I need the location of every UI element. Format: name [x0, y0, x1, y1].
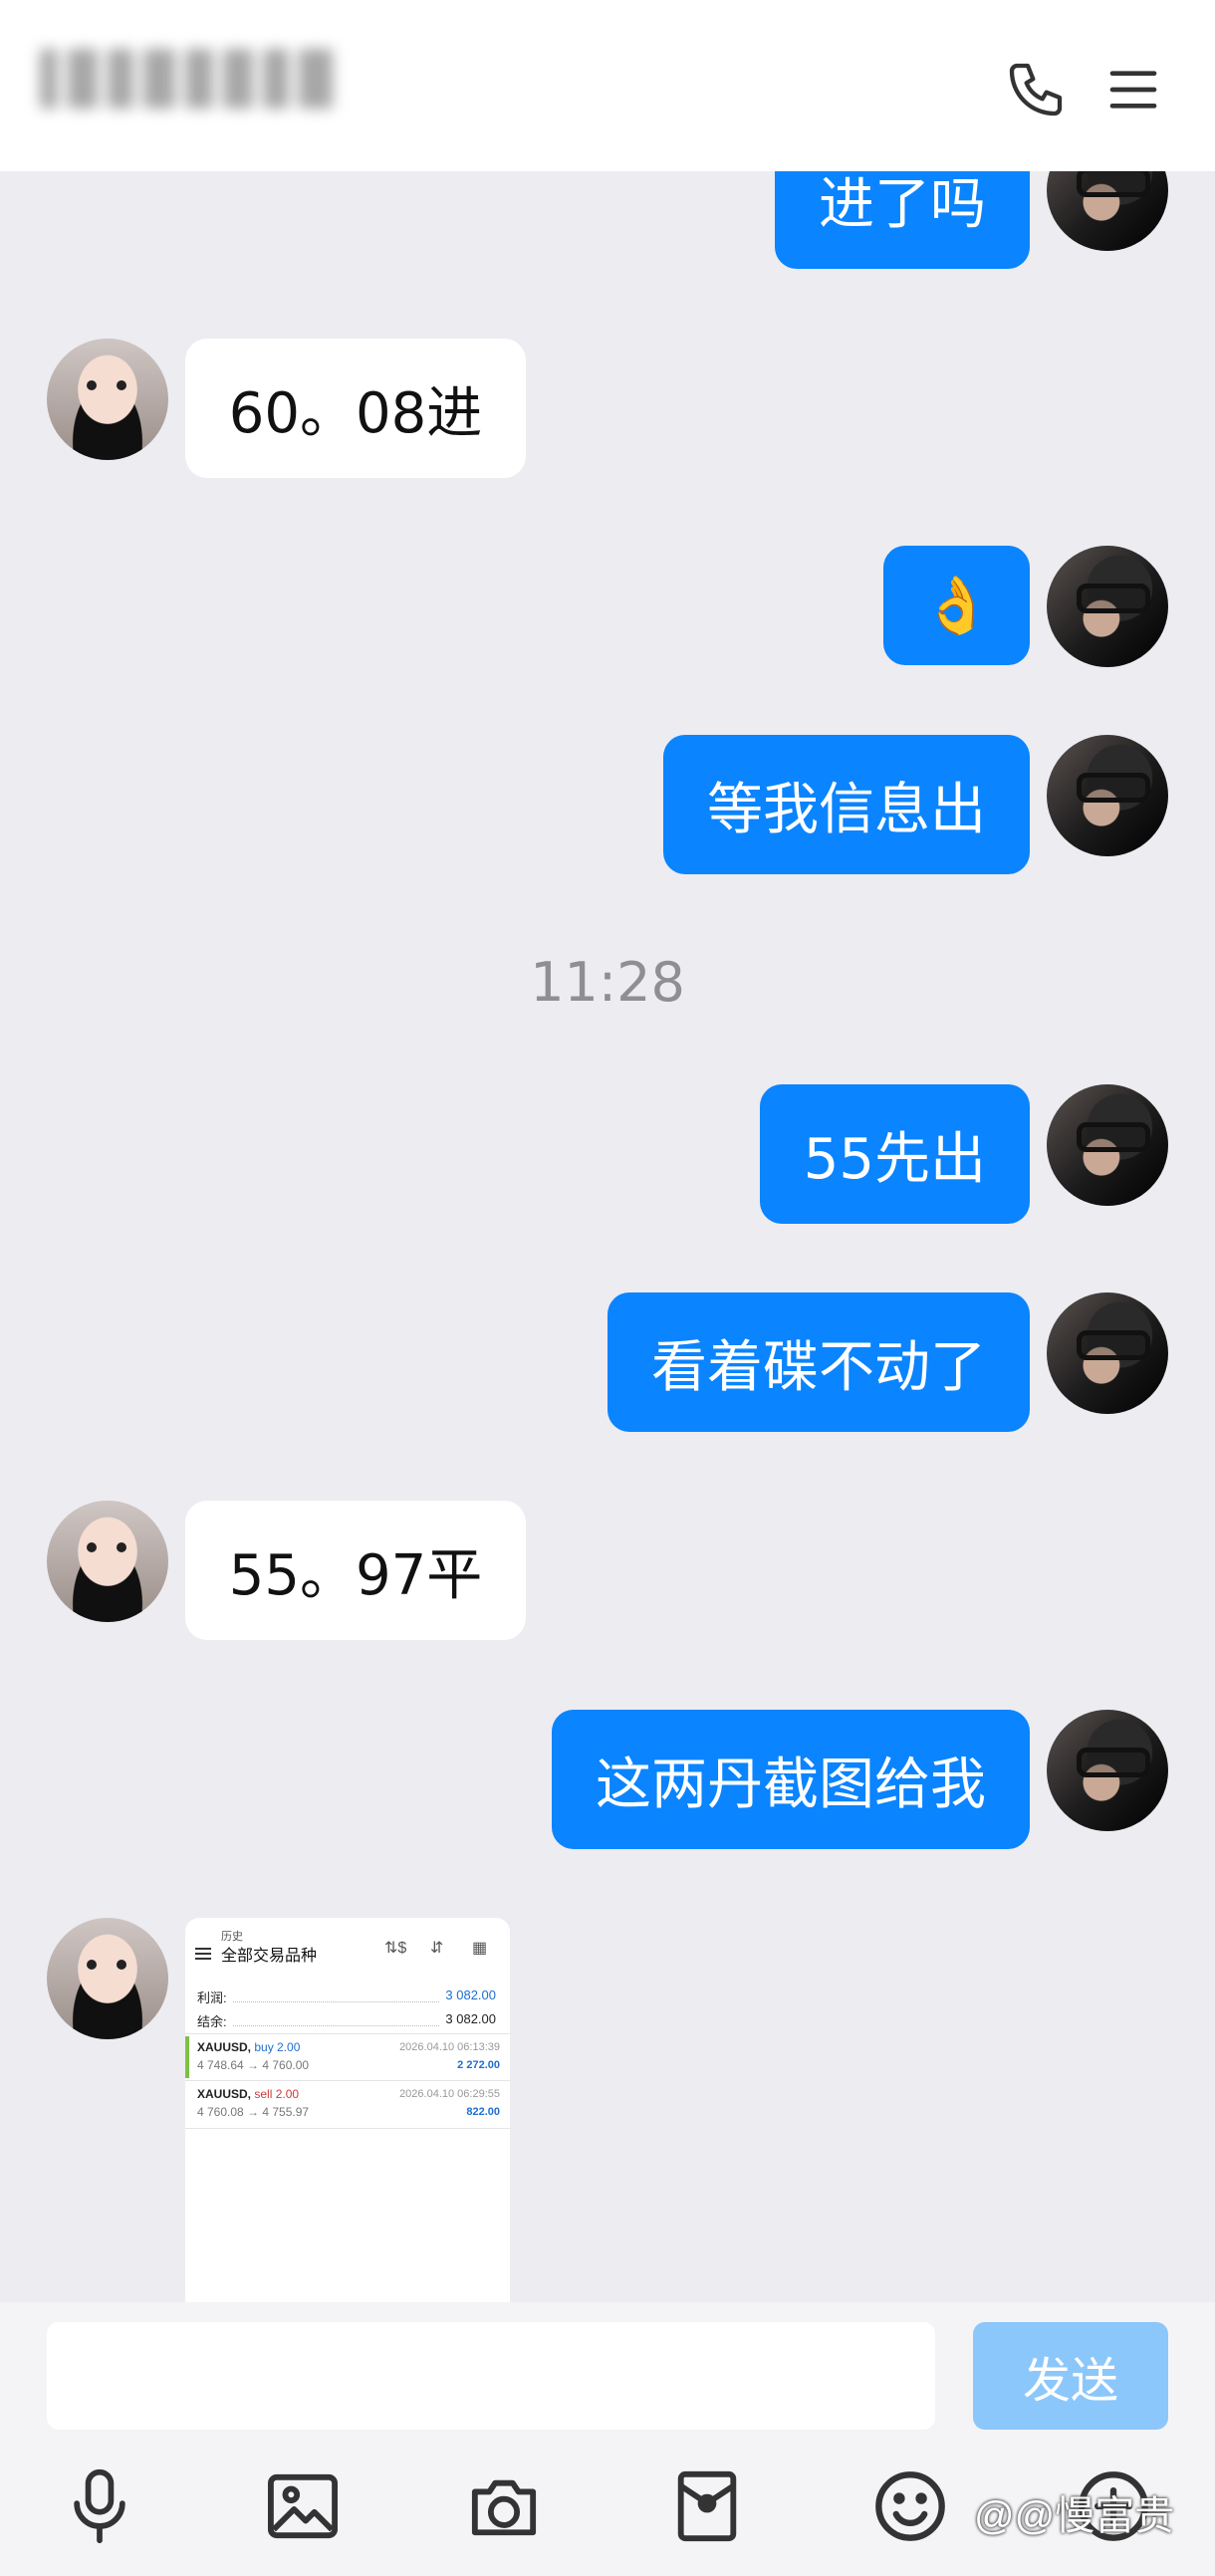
trade-datetime: 2026.04.10 06:13:39	[399, 2041, 500, 2053]
menu-icon[interactable]	[1094, 50, 1173, 129]
blurred-contact-name	[40, 44, 359, 114]
red-packet-icon[interactable]	[665, 2464, 749, 2548]
self-avatar[interactable]	[1047, 735, 1168, 856]
self-avatar[interactable]	[1047, 1710, 1168, 1831]
phone-icon[interactable]	[996, 50, 1076, 129]
microphone-icon[interactable]	[58, 2464, 141, 2548]
currency-sort-icon: ⇅$	[384, 1940, 407, 1957]
message-bubble-self[interactable]: 等我信息出	[663, 735, 1030, 874]
camera-icon[interactable]	[462, 2464, 546, 2548]
trade-profit: 822.00	[466, 2106, 500, 2118]
profit-row: 利润: 3 082.00	[197, 1988, 496, 2006]
timestamp: 11:28	[530, 951, 685, 1014]
trade-side: sell 2.00	[254, 2087, 300, 2101]
message-input[interactable]	[47, 2322, 935, 2430]
balance-value: 3 082.00	[445, 2011, 496, 2026]
hamburger-icon	[195, 1948, 211, 1950]
image-icon[interactable]	[261, 2464, 345, 2548]
symbols-title: 全部交易品种	[221, 1948, 318, 1965]
profit-value: 3 082.00	[445, 1988, 496, 2002]
trade-profit: 2 272.00	[457, 2059, 500, 2071]
message-bubble-peer[interactable]: 60。08进	[185, 339, 526, 478]
trade-datetime: 2026.04.10 06:29:55	[399, 2088, 500, 2100]
trade-prices: 4 760.08 → 4 755.97	[197, 2105, 310, 2119]
peer-avatar[interactable]	[47, 1501, 168, 1622]
message-bubble-self[interactable]: 55先出	[759, 1084, 1030, 1224]
peer-avatar[interactable]	[47, 339, 168, 460]
self-avatar[interactable]	[1047, 1292, 1168, 1414]
emoji-icon[interactable]	[868, 2464, 952, 2548]
chat-header	[0, 0, 1215, 171]
trade-symbol: XAUUSD,	[197, 2040, 252, 2054]
balance-label: 结余:	[197, 2014, 227, 2029]
message-bubble-peer[interactable]: 55。97平	[185, 1501, 526, 1640]
screenshot-image-message[interactable]: 历史 全部交易品种 ⇅$ ⇵ ▦ 利润: 3 082.00 结余: 3 082.…	[185, 1918, 510, 2302]
self-avatar[interactable]	[1047, 1084, 1168, 1206]
trade-row: XAUUSD, sell 2.00 4 760.08 → 4 755.97 20…	[185, 2081, 510, 2129]
trade-side: buy 2.00	[254, 2040, 301, 2054]
trade-prices: 4 748.64 → 4 760.00	[197, 2058, 310, 2072]
sort-icon: ⇵	[430, 1940, 444, 1957]
trade-row: XAUUSD, buy 2.00 4 748.64 → 4 760.00 202…	[185, 2033, 510, 2081]
trade-symbol: XAUUSD,	[197, 2087, 252, 2101]
self-avatar[interactable]	[1047, 546, 1168, 667]
message-bubble-self[interactable]: 这两丹截图给我	[552, 1710, 1030, 1849]
send-button[interactable]: 发送	[973, 2322, 1168, 2430]
balance-row: 结余: 3 082.00	[197, 2011, 496, 2030]
message-bubble-self[interactable]: 看着碟不动了	[608, 1292, 1030, 1432]
watermark-text: @@慢富贵	[974, 2494, 1175, 2538]
peer-avatar[interactable]	[47, 1918, 168, 2039]
message-bubble-self-emoji[interactable]: 👌	[883, 546, 1030, 665]
calendar-icon: ▦	[472, 1940, 488, 1957]
profit-label: 利润:	[197, 1991, 227, 2005]
